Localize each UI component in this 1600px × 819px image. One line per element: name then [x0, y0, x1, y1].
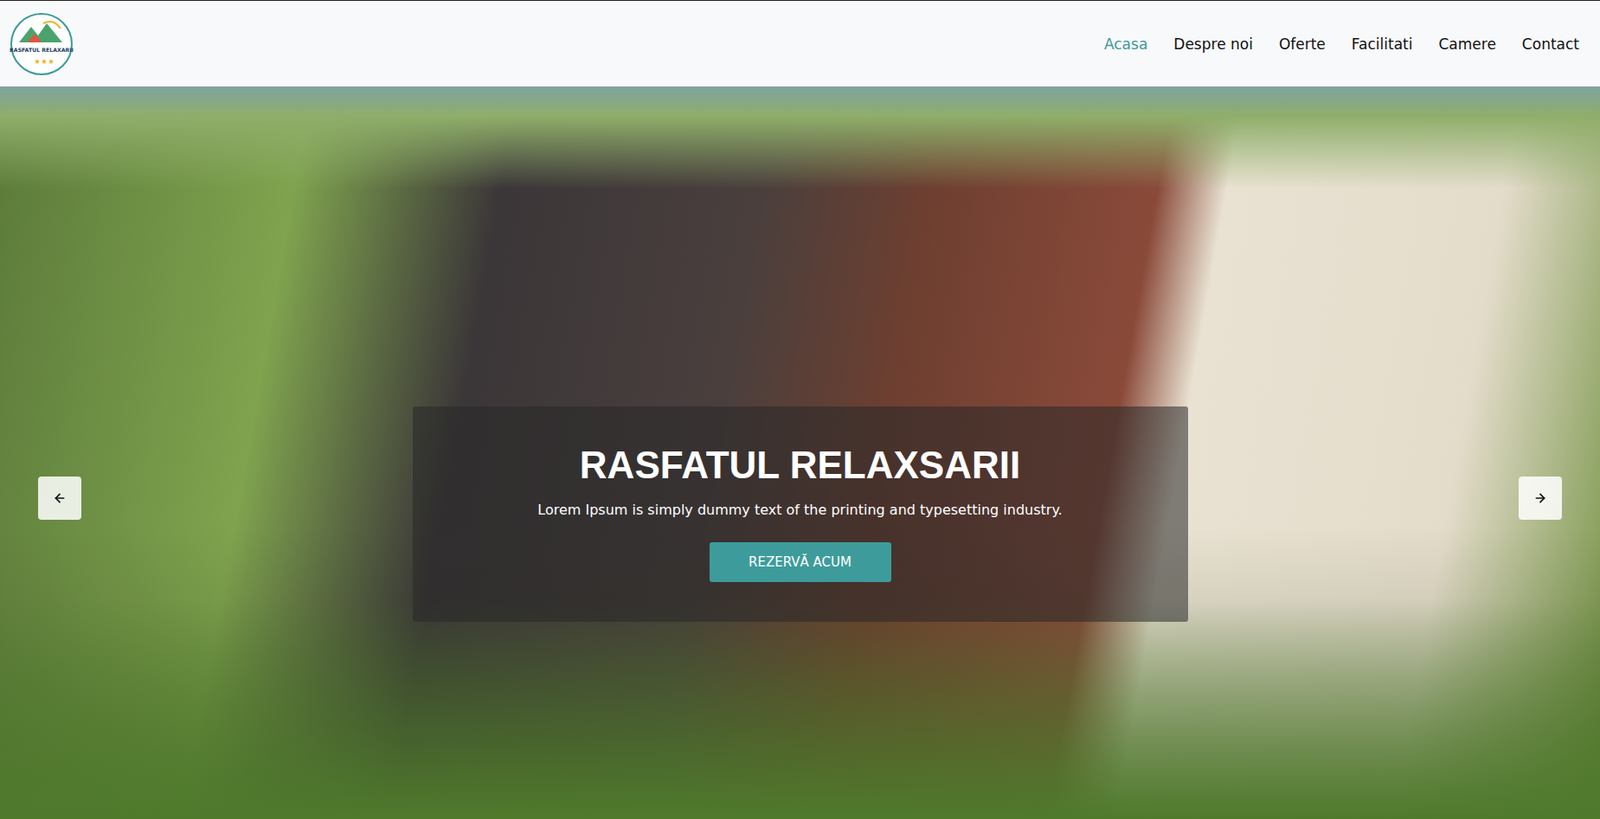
star-icon [41, 58, 47, 65]
nav-link[interactable]: Acasa [1104, 30, 1148, 58]
star-icon [48, 58, 54, 65]
hero-subtitle: Lorem Ipsum is simply dummy text of the … [537, 501, 1062, 519]
nav-link[interactable]: Oferte [1278, 30, 1326, 58]
arrow-left-icon [52, 491, 67, 506]
book-button[interactable]: REZERVĂ ACUM [709, 542, 892, 583]
nav-link[interactable]: Contact [1522, 30, 1580, 58]
hero-caption: RASFATUL RELAXSARII Lorem Ipsum is simply… [412, 406, 1189, 623]
hero-title: RASFATUL RELAXSARII [579, 444, 1021, 487]
header: RASFATUL RELAXARII Acasa Despre noi Oferte F… [0, 0, 1600, 87]
hero: RASFATUL RELAXSARII Lorem Ipsum is simply… [0, 86, 1600, 819]
next-button[interactable] [1518, 476, 1562, 521]
logo[interactable]: RASFATUL RELAXARII [8, 11, 75, 78]
prev-button[interactable] [38, 476, 82, 521]
page: RASFATUL RELAXARII Acasa Despre noi Oferte F… [0, 0, 1600, 819]
nav-link[interactable]: Camere [1438, 30, 1496, 58]
star-icon [34, 58, 40, 65]
nav: Acasa Despre noi Oferte Facilitati Camere Con… [1104, 30, 1580, 58]
svg-text:RASFATUL RELAXARII: RASFATUL RELAXARII [9, 46, 74, 53]
arrow-right-icon [1533, 491, 1548, 506]
nav-link[interactable]: Despre noi [1173, 30, 1254, 58]
nav-link[interactable]: Facilitati [1351, 30, 1414, 58]
